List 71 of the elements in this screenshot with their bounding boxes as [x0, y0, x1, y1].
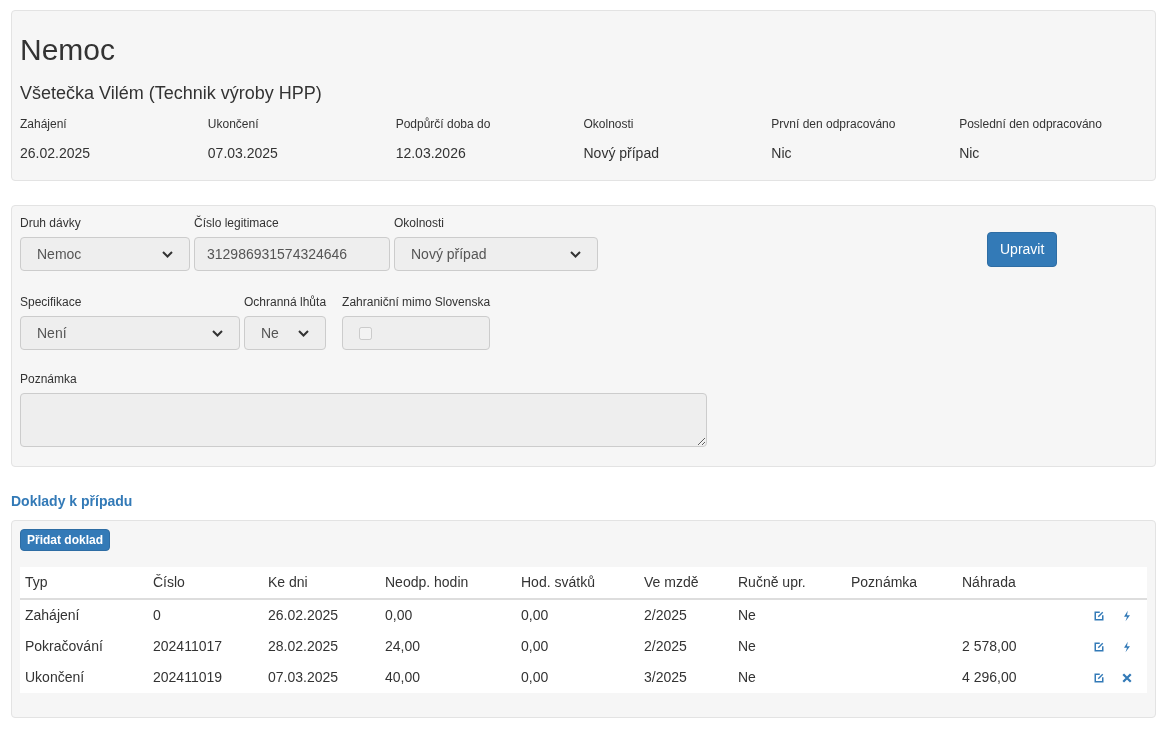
- field-label: Zahraniční mimo Slovenska: [342, 294, 491, 311]
- field-value: Nový případ: [583, 144, 660, 163]
- text-field: 312986931574324646: [194, 237, 390, 271]
- column-header: Typ: [20, 567, 148, 599]
- column-header: Ke dni: [263, 567, 380, 599]
- column-header: Číslo: [148, 567, 263, 599]
- caret-icon: [570, 250, 581, 258]
- column-header: Náhrada: [957, 567, 1053, 599]
- caret-icon: [162, 250, 173, 258]
- table-cell: 07.03.2025: [268, 669, 339, 685]
- table-cell: 40,00: [385, 669, 421, 685]
- remove-icon[interactable]: [1121, 671, 1133, 684]
- select-field: Nemoc: [20, 237, 190, 271]
- select-field: Nový případ: [394, 237, 598, 271]
- edit-button[interactable]: Upravit: [987, 232, 1058, 267]
- field-label: Zahájení: [20, 116, 68, 133]
- table-cell: 24,00: [385, 638, 421, 654]
- field-label: Okolnosti: [394, 215, 446, 232]
- section-heading: Doklady k případu: [11, 492, 134, 511]
- table-cell: Pokračování: [25, 638, 103, 654]
- table-cell: 202411017: [153, 638, 223, 654]
- field-label: Poznámka: [20, 371, 78, 388]
- field-label: Podpůrčí doba do: [395, 116, 492, 133]
- select-field: Není: [20, 316, 240, 350]
- column-header: Neodp. hodin: [380, 567, 516, 599]
- field-value: Nic: [771, 144, 793, 163]
- field-label: Poslední den odpracováno: [959, 116, 1103, 133]
- field-value: 12.03.2026: [395, 144, 467, 163]
- column-header: Ručně upr.: [733, 567, 846, 599]
- caret-icon: [212, 329, 223, 337]
- table-cell: 202411019: [153, 669, 223, 685]
- table-cell: 0,00: [521, 638, 549, 654]
- table-cell: Ukončení: [25, 669, 85, 685]
- table-cell: 4 296,00: [962, 669, 1017, 685]
- table-cell: 0,00: [521, 607, 549, 623]
- table-cell: 0,00: [385, 607, 413, 623]
- field-label: Ukončení: [207, 116, 260, 133]
- column-header: Hod. svátků: [516, 567, 639, 599]
- table-cell: Zahájení: [25, 607, 80, 623]
- employee-subtitle: Všetečka Vilém (Technik výroby HPP): [20, 82, 323, 105]
- table-cell: 2 578,00: [962, 638, 1017, 654]
- table-cell: 2/2025: [644, 607, 687, 623]
- column-header: Ve mzdě: [639, 567, 733, 599]
- table-cell: 0: [153, 607, 161, 623]
- field-value: 26.02.2025: [20, 144, 92, 163]
- lightning-icon[interactable]: [1121, 609, 1133, 622]
- select-field: Ne: [244, 316, 327, 350]
- edit-icon[interactable]: [1093, 609, 1105, 622]
- table-cell: Ne: [738, 638, 756, 654]
- table-cell: 2/2025: [644, 638, 687, 654]
- table-cell: 3/2025: [644, 669, 687, 685]
- field-value: Nic: [959, 144, 981, 163]
- field-label: První den odpracováno: [771, 116, 897, 133]
- table-cell: 0,00: [521, 669, 549, 685]
- table-cell: Ne: [738, 607, 756, 623]
- column-header: Poznámka: [846, 567, 957, 599]
- add-document-button[interactable]: Přidat doklad: [20, 529, 110, 551]
- table-cell: 28.02.2025: [268, 638, 339, 654]
- field-label: Specifikace: [20, 294, 83, 311]
- field-value: 07.03.2025: [207, 144, 279, 163]
- field-label: Okolnosti: [583, 116, 635, 133]
- edit-icon[interactable]: [1093, 640, 1105, 653]
- field-label: Ochranná lhůta: [244, 294, 327, 311]
- field-label: Číslo legitimace: [194, 214, 280, 232]
- page-title: Nemoc: [20, 32, 117, 68]
- lightning-icon[interactable]: [1121, 640, 1133, 653]
- field-label: Druh dávky: [20, 215, 82, 232]
- table-cell: Ne: [738, 669, 756, 685]
- table-cell: 26.02.2025: [268, 607, 339, 623]
- caret-icon: [298, 329, 310, 337]
- edit-icon[interactable]: [1093, 671, 1105, 684]
